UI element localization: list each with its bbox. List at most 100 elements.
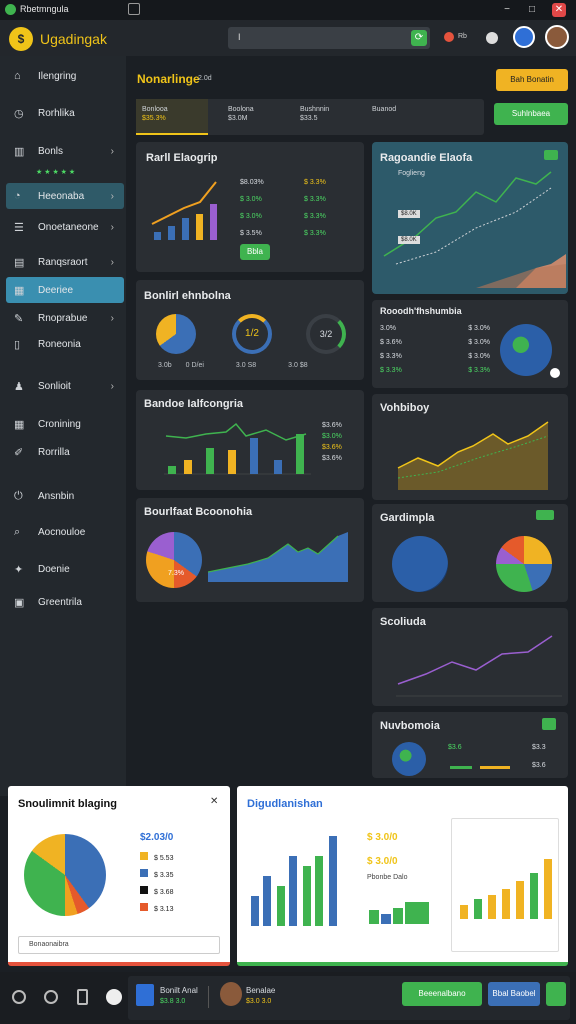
gauges-card: Bonlirl ehnbolna 1/2 3/2 3.0b 0 D/ei 3.0… <box>136 280 364 380</box>
close-icon[interactable]: ✕ <box>210 796 218 807</box>
user-avatar[interactable] <box>513 26 535 48</box>
value-item: $3.6% <box>322 422 342 429</box>
tab-value: $35.3% <box>142 115 166 122</box>
card-title: Bonlirl ehnbolna <box>144 290 231 302</box>
legend-swatch <box>140 886 148 894</box>
sidebar-item-2[interactable]: ▥ Bonls › <box>6 138 124 164</box>
spending-total: $2.03/0 <box>140 832 174 843</box>
users-icon: ♟ <box>14 380 24 393</box>
notification-icon[interactable] <box>444 32 454 42</box>
tab-boolona[interactable]: Boolona $3.0M <box>222 99 294 135</box>
gauge-icon: ◔ <box>14 190 21 202</box>
power-icon: ⏻ <box>14 489 23 502</box>
tab-bushnnin[interactable]: Bushnnin $33.5 <box>294 99 366 135</box>
divider <box>208 986 209 1008</box>
brand-name: Ugadingak <box>40 31 107 47</box>
sidebar-item-13[interactable]: ⌕ Aocnouloe <box>6 519 124 545</box>
rating-stars: ★ ★ ★ ★ ★ <box>36 169 76 176</box>
action-button[interactable]: Suhlnbaea <box>494 103 568 125</box>
global-value: $ 3.0% <box>468 353 490 360</box>
sidebar-item-3[interactable]: ◔ Heeonaba › <box>6 183 124 209</box>
sidebar-item-15[interactable]: ▣ Greentrila <box>6 589 124 615</box>
global-card: Rooodh'fhshumbia 3.0% $ 3.0% $ 3.6% $ 3.0% $… <box>372 300 568 388</box>
minimize-icon[interactable]: − <box>500 3 514 17</box>
geo-toggle-icon[interactable] <box>536 510 554 520</box>
summary-value: $3.3 <box>532 744 546 751</box>
summary-value: $3.6 <box>532 762 546 769</box>
score-line-chart <box>396 635 562 697</box>
notification-label: Rb <box>458 33 467 40</box>
home-icon: ⌂ <box>14 70 21 82</box>
card-title: Scoliuda <box>380 616 426 628</box>
user-avatar-1 <box>136 984 154 1006</box>
globe-toggle-icon[interactable] <box>550 368 560 378</box>
sidebar-item-label: Ansnbin <box>38 490 75 502</box>
legend-label: $ 3.35 <box>154 872 174 879</box>
maximize-icon[interactable]: □ <box>525 3 539 17</box>
velocity-area-chart <box>397 421 549 490</box>
sidebar-item-1[interactable]: ◷ Rorhlika <box>6 100 124 126</box>
geo-pie <box>496 536 552 592</box>
pie-label: 7.3% <box>168 570 184 577</box>
user-sub-2: $3.0 3.0 <box>246 998 272 1005</box>
distribution-value-2: $ 3.0/0 <box>367 856 398 867</box>
sidebar-item-9[interactable]: ♟ Sonlioit › <box>6 373 124 399</box>
legend-item: $ 3.68 <box>140 884 173 901</box>
window-control-icon[interactable] <box>128 3 140 15</box>
refresh-icon[interactable]: ⟳ <box>411 30 427 46</box>
popup-title: Snoulimnit blaging <box>18 798 117 810</box>
gauge-value: 1/2 <box>245 328 259 339</box>
tab-buanod[interactable]: Buanod <box>366 99 438 135</box>
user-avatar-2 <box>220 982 242 1006</box>
profile-avatar[interactable] <box>545 25 569 49</box>
sidebar-item-label: Ranqsraort <box>38 256 88 268</box>
summary-value: $3.6 <box>448 744 462 751</box>
list-icon: ☰ <box>14 221 24 234</box>
spending-legend: $ 5.53 $ 3.35 $ 3.68 $ 3.13 <box>140 850 173 918</box>
expand-icon[interactable] <box>544 150 558 160</box>
user-icon[interactable] <box>106 989 122 1005</box>
forecast-bar-chart <box>460 859 552 919</box>
summary-toggle-icon[interactable] <box>542 718 556 730</box>
sidebar-item-label: Cronining <box>38 418 81 430</box>
sidebar-item-label: Doenie <box>38 563 70 575</box>
secondary-button[interactable]: Bbal Baobel <box>488 982 540 1006</box>
cta-button[interactable]: Bah Bonatin <box>496 69 568 91</box>
chevron-right-icon: › <box>110 221 114 233</box>
sidebar-item-12[interactable]: ⏻ Ansnbin <box>6 483 124 509</box>
popup-footer-bar[interactable]: Bonaonaibra <box>18 936 220 954</box>
global-value: $ 3.6% <box>380 339 402 346</box>
globe-icon <box>500 324 552 376</box>
expand-icon[interactable] <box>546 982 566 1006</box>
logo-icon: $ <box>9 27 33 51</box>
distribution-caption: Pbonbe Dalo <box>367 874 408 881</box>
sidebar-item-5[interactable]: ▤ Ranqsraort › <box>6 249 124 275</box>
tab-bonlooa[interactable]: Bonlooa $35.3% <box>136 99 208 135</box>
summary-bar <box>450 766 472 769</box>
card-button[interactable]: Bbla <box>240 244 270 260</box>
page-title: Nonarlinge <box>137 72 200 86</box>
settings-icon[interactable] <box>12 990 26 1004</box>
sidebar-item-6[interactable]: ▦ Deeriee <box>6 277 124 303</box>
sidebar-item-11[interactable]: ✐ Rorrilla <box>6 439 124 465</box>
clock-icon: ◷ <box>14 107 24 120</box>
primary-button[interactable]: Beeenalbano <box>402 982 482 1006</box>
chart-tag: $8.0K <box>398 236 420 244</box>
sidebar-item-10[interactable]: ▦ Cronining <box>6 411 124 437</box>
search-input[interactable]: I ⟳ <box>228 27 430 49</box>
sidebar-item-8[interactable]: ▯ Roneonia <box>6 331 124 357</box>
tab-label: Boolona <box>228 106 254 113</box>
distribution-mini-bars <box>369 902 429 924</box>
popup-title: Digudlanishan <box>247 798 323 810</box>
close-icon[interactable]: ✕ <box>552 3 566 17</box>
breakdown-pie: 7.3% <box>146 532 202 588</box>
phone-icon[interactable] <box>77 989 88 1005</box>
sidebar-item-4[interactable]: ☰ Onoetaneone › <box>6 214 124 240</box>
summary-card: Nuvbomoia $3.6 $3.3 $3.6 <box>372 712 568 778</box>
sidebar-item-14[interactable]: ✦ Doenie <box>6 556 124 582</box>
sidebar-item-0[interactable]: ⌂ Ilengring <box>6 63 124 89</box>
card-title: Gardimpla <box>380 512 435 524</box>
toggle-icon[interactable] <box>486 32 498 44</box>
chat-icon[interactable] <box>44 990 58 1004</box>
sidebar-item-7[interactable]: ✎ Rnoprabue › <box>6 305 124 331</box>
